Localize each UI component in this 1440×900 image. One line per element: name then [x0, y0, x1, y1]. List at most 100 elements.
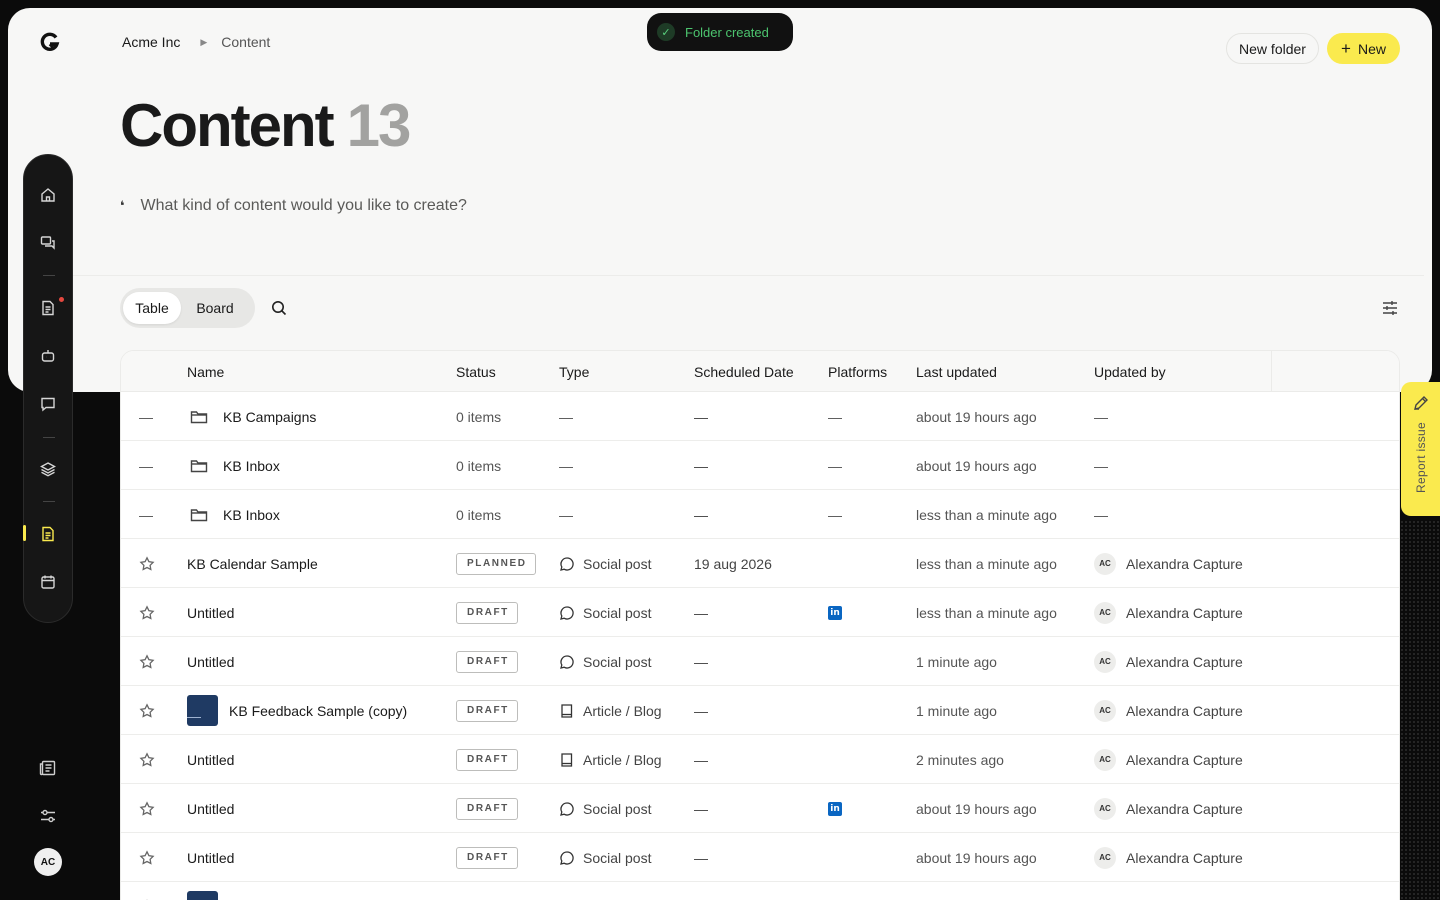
table-row[interactable]: KB Feedback Sample (copy) DRAFT Article / … [121, 686, 1399, 735]
row-select[interactable]: — [139, 441, 169, 490]
new-button[interactable]: + New [1327, 33, 1400, 64]
row-name-cell[interactable]: Untitled [187, 637, 234, 686]
row-name[interactable]: KB Calendar Sample [187, 556, 318, 572]
document-icon[interactable] [39, 299, 57, 317]
content-doc-icon[interactable] [39, 525, 57, 543]
row-name[interactable]: Untitled [187, 654, 234, 670]
folder-row[interactable]: — KB Inbox 0 items — — — about 19 hours ago — [121, 441, 1399, 490]
col-status[interactable]: Status [456, 364, 496, 380]
chat-bubbles-icon[interactable] [39, 234, 57, 252]
row-name-cell[interactable]: Untitled [187, 784, 234, 833]
col-type[interactable]: Type [559, 364, 589, 380]
row-name-cell[interactable]: KB Inbox [187, 441, 280, 490]
status-badge[interactable]: DRAFT [456, 650, 518, 673]
speech-bubble-icon [559, 850, 575, 866]
row-name[interactable]: Untitled [187, 801, 234, 817]
row-updated-by: Alexandra Capture [1126, 653, 1243, 670]
new-folder-button[interactable]: New folder [1226, 33, 1319, 64]
row-name[interactable]: KB Inbox [223, 458, 280, 474]
row-type: — [559, 457, 573, 474]
table-row[interactable]: Untitled DRAFT Social post —1 minute ago AC A… [121, 637, 1399, 686]
row-name[interactable]: KB Inbox [223, 507, 280, 523]
row-name-cell[interactable]: Untitled [187, 735, 234, 784]
row-name[interactable]: Untitled [187, 605, 234, 621]
status-badge[interactable]: DRAFT [456, 748, 518, 771]
star-icon[interactable] [139, 882, 169, 900]
folder-row[interactable]: — KB Campaigns 0 items — — — about 19 hours ag… [121, 392, 1399, 441]
col-platforms[interactable]: Platforms [828, 364, 887, 380]
message-icon[interactable] [39, 395, 57, 413]
col-scheduled-date[interactable]: Scheduled Date [694, 364, 794, 380]
col-name[interactable]: Name [187, 364, 224, 380]
status-cell: DRAFT [456, 833, 518, 882]
row-name-cell[interactable] [187, 882, 229, 900]
folder-row[interactable]: — KB Inbox 0 items — — — less than a minute ag… [121, 490, 1399, 539]
col-updated-by[interactable]: Updated by [1094, 364, 1166, 380]
report-issue-tab[interactable]: Report issue [1401, 382, 1440, 516]
row-name-cell[interactable]: KB Feedback Sample (copy) [187, 686, 407, 735]
row-name-cell[interactable]: Untitled [187, 588, 234, 637]
table-row[interactable]: Untitled DRAFT Article / Blog — 2 minutes ag… [121, 735, 1399, 784]
row-name-cell[interactable]: KB Campaigns [187, 392, 316, 441]
table-row[interactable] [121, 882, 1399, 900]
row-select[interactable]: — [139, 392, 169, 441]
thumbnail-image [187, 695, 218, 726]
calendar-icon[interactable] [39, 573, 57, 591]
filter-sliders-icon[interactable] [1381, 299, 1399, 317]
g-logo-icon[interactable] [40, 32, 60, 52]
tab-table[interactable]: Table [123, 292, 181, 324]
col-last-updated[interactable]: Last updated [916, 364, 997, 380]
row-name[interactable]: KB Feedback Sample (copy) [229, 703, 407, 719]
row-type: Article / Blog [583, 702, 662, 719]
status-badge[interactable]: DRAFT [456, 601, 518, 624]
row-select[interactable]: — [139, 490, 169, 539]
newspaper-icon[interactable] [39, 759, 57, 777]
row-name[interactable]: Untitled [187, 850, 234, 866]
row-last-updated: about 19 hours ago [916, 800, 1037, 817]
row-name-cell[interactable]: KB Calendar Sample [187, 539, 318, 588]
check-circle-icon: ✓ [657, 23, 675, 41]
type-cell: Article / Blog [559, 686, 662, 735]
row-updated-by: Alexandra Capture [1126, 751, 1243, 768]
row-scheduled-date: — [694, 849, 708, 866]
status-cell: PLANNED [456, 539, 536, 588]
table-row[interactable]: Untitled DRAFT Social post — in about 19 hour… [121, 784, 1399, 833]
status-badge[interactable]: DRAFT [456, 846, 518, 869]
status-badge[interactable]: PLANNED [456, 552, 536, 575]
user-avatar[interactable]: AC [34, 848, 62, 876]
folder-icon [190, 457, 208, 475]
table-row[interactable]: Untitled DRAFT Social post — about 19 hours … [121, 833, 1399, 882]
star-icon[interactable] [139, 588, 169, 637]
active-indicator [23, 525, 26, 541]
table-row[interactable]: Untitled DRAFT Social post — in less than a m… [121, 588, 1399, 637]
create-prompt[interactable]: ❛ What kind of content would you like to… [120, 197, 467, 215]
row-name[interactable]: KB Campaigns [223, 409, 316, 425]
layers-icon[interactable] [39, 460, 57, 478]
star-icon[interactable] [139, 735, 169, 784]
tab-board[interactable]: Board [181, 292, 249, 324]
status-badge[interactable]: DRAFT [456, 699, 518, 722]
breadcrumb-org[interactable]: Acme Inc [122, 34, 180, 50]
row-name-cell[interactable]: Untitled [187, 833, 234, 882]
star-icon[interactable] [139, 637, 169, 686]
type-cell: Social post [559, 784, 651, 833]
robot-icon[interactable] [39, 347, 57, 365]
row-last-updated: 2 minutes ago [916, 751, 1004, 768]
create-prompt-placeholder[interactable]: What kind of content would you like to c… [141, 197, 467, 215]
star-icon[interactable] [139, 686, 169, 735]
row-scheduled-date: — [694, 751, 708, 768]
book-icon [559, 752, 575, 768]
type-cell: Social post [559, 539, 651, 588]
status-badge[interactable]: DRAFT [456, 797, 518, 820]
row-name-cell[interactable]: KB Inbox [187, 490, 280, 539]
star-icon[interactable] [139, 833, 169, 882]
settings-sliders-icon[interactable] [39, 807, 57, 825]
avatar: AC [1094, 650, 1116, 673]
search-icon[interactable] [270, 299, 288, 317]
star-icon[interactable] [139, 784, 169, 833]
home-icon[interactable] [39, 186, 57, 204]
row-name[interactable]: Untitled [187, 752, 234, 768]
table-row[interactable]: KB Calendar Sample PLANNED Social post 19 a… [121, 539, 1399, 588]
folder-icon [190, 506, 208, 524]
star-icon[interactable] [139, 539, 169, 588]
